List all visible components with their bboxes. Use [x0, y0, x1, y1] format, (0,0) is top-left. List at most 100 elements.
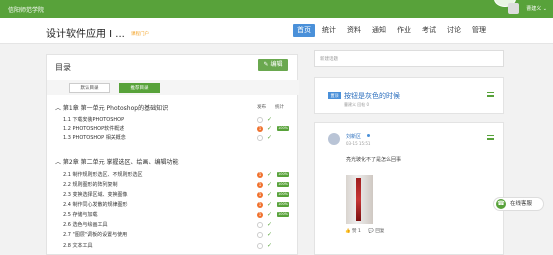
empty-dot-icon: [257, 135, 263, 141]
reply-button[interactable]: 回复: [375, 229, 384, 234]
nav-homework[interactable]: 作业: [393, 24, 415, 37]
check-icon: ✓: [267, 242, 273, 249]
empty-dot-icon: [257, 243, 263, 249]
check-icon: ✓: [267, 125, 273, 132]
progress-badge: 100%: [277, 192, 289, 197]
check-icon: ✓: [267, 181, 273, 188]
nav-exams[interactable]: 考试: [418, 24, 440, 37]
lesson-2-3[interactable]: 2.3 变换选择区域、变换图像: [63, 191, 128, 199]
lesson-2-4[interactable]: 2.4 制作同心发散的规律图形: [63, 201, 128, 209]
check-icon: ✓: [267, 116, 273, 123]
progress-badge: 100%: [277, 202, 289, 207]
lesson-1-3[interactable]: 1.3 PHOTOSHOP 相关概念: [63, 134, 126, 142]
progress-badge: 100%: [277, 172, 289, 177]
lesson-2-7[interactable]: 2.7 "图层"调板的设置与使用: [63, 231, 127, 239]
lesson-2-4-status: 1 ✓ 100%: [257, 201, 293, 209]
progress-badge: 100%: [277, 126, 289, 131]
post-image[interactable]: [346, 175, 373, 224]
discussion-post-card: 刘新区 03-15 15:51 亮光玻化不了是怎么回事 👍 赞 1 💬 回复: [314, 122, 504, 255]
empty-dot-icon: [257, 117, 263, 123]
pinned-topic-title[interactable]: 按钮是灰色的时候: [344, 91, 400, 101]
post-author[interactable]: 刘新区: [346, 133, 361, 140]
check-icon: ✓: [267, 134, 273, 141]
chapter-1-title[interactable]: ︿ 第1章 第一单元 Photoshop的基础知识: [55, 103, 168, 112]
new-topic-placeholder: 新建话题: [320, 57, 338, 62]
progress-badge: 100%: [277, 182, 289, 187]
check-icon: ✓: [267, 201, 273, 208]
outline-panel: 目录 ✎ 编辑 默认目录 推荐目录 ︿ 第1章 第一单元 Photoshop的基…: [46, 54, 299, 255]
nav-discussion[interactable]: 讨论: [443, 24, 465, 37]
user-avatar[interactable]: [508, 3, 519, 14]
pinned-topic-meta: 曹建义 回帖 0: [344, 102, 370, 107]
check-icon: ✓: [267, 221, 273, 228]
task-count-badge: 1: [257, 192, 263, 198]
nav-notices[interactable]: 通知: [368, 24, 390, 37]
tab-default-outline[interactable]: 默认目录: [69, 83, 110, 93]
lesson-2-1[interactable]: 2.1 制作规则形选区、不规则形选区: [63, 171, 143, 179]
school-name: 信阳师范学院: [8, 7, 45, 14]
outline-title: 目录: [55, 63, 71, 72]
nav-manage[interactable]: 管理: [468, 24, 490, 37]
lesson-2-6-status: ✓: [257, 221, 293, 229]
lesson-1-1[interactable]: 1.1 下载安装PHOTOSHOP: [63, 116, 124, 124]
user-menu[interactable]: 曹建义 ⌄: [526, 5, 547, 12]
lesson-2-1-status: 1 ✓ 100%: [257, 171, 293, 179]
chapter-2-label: 第2章 第二单元 掌握选区、绘画、编辑功能: [62, 159, 179, 166]
lesson-1-2[interactable]: 1.2 PHOTOSHOP软件概述: [63, 125, 124, 133]
edit-button[interactable]: ✎ 编辑: [258, 59, 288, 71]
task-count-badge: 1: [257, 182, 263, 188]
col-stats: 统计: [275, 105, 284, 110]
pinned-topic-card[interactable]: 置顶 按钮是灰色的时候 曹建义 回帖 0: [314, 77, 504, 114]
lesson-2-8-status: ✓: [257, 242, 293, 250]
nav-stats[interactable]: 统计: [318, 24, 340, 37]
lesson-1-1-status: ✓: [257, 116, 293, 124]
task-count-badge: 1: [257, 212, 263, 218]
lesson-2-2-status: 1 ✓ 100%: [257, 181, 293, 189]
verified-dot-icon: [367, 134, 370, 137]
online-service-label: 在线客服: [510, 201, 533, 207]
course-header: 设计软件应用 I ... 课程门户 首页 统计 资料 通知 作业 考试 讨论 管…: [0, 18, 553, 44]
pinned-tag: 置顶: [328, 92, 341, 99]
task-count-badge: 1: [257, 202, 263, 208]
menu-icon[interactable]: [487, 92, 494, 97]
lesson-2-2[interactable]: 2.2 规则图形的阵列复制: [63, 181, 118, 189]
like-count[interactable]: 赞 1: [352, 229, 361, 234]
online-service-button[interactable]: ☎ 在线客服: [493, 197, 544, 211]
menu-icon[interactable]: [487, 135, 494, 140]
post-actions: 👍 赞 1 💬 回复: [345, 228, 384, 234]
progress-badge: 100%: [277, 212, 289, 217]
col-publish: 发布: [257, 105, 266, 110]
check-icon: ✓: [267, 231, 273, 238]
course-title-text: 设计软件应用 I ...: [46, 29, 125, 40]
tab-recommended-outline[interactable]: 推荐目录: [119, 83, 160, 93]
task-count-badge: 1: [257, 172, 263, 178]
course-title: 设计软件应用 I ... 课程门户: [46, 25, 149, 40]
author-avatar[interactable]: [328, 133, 340, 145]
lesson-2-5[interactable]: 2.5 存储与加载: [63, 211, 98, 219]
outline-tabs: 默认目录 推荐目录: [47, 80, 299, 95]
lesson-2-8[interactable]: 2.8 文本工具: [63, 242, 93, 250]
chapter-2-title[interactable]: ︿ 第2章 第二单元 掌握选区、绘画、编辑功能: [55, 157, 179, 166]
portal-link[interactable]: 课程门户: [131, 32, 149, 37]
lesson-2-6[interactable]: 2.6 选色与绘画工具: [63, 221, 108, 229]
lesson-2-5-status: 1 ✓ 100%: [257, 211, 293, 219]
empty-dot-icon: [257, 222, 263, 228]
new-topic-input[interactable]: 新建话题: [314, 50, 504, 67]
post-text: 亮光玻化不了是怎么回事: [346, 157, 402, 163]
lesson-2-7-status: ✓: [257, 231, 293, 239]
empty-dot-icon: [257, 232, 263, 238]
collapse-icon[interactable]: ︿: [55, 105, 63, 112]
post-time: 03-15 15:51: [346, 141, 371, 146]
top-bar: 信阳师范学院 曹建义 ⌄: [0, 0, 553, 18]
collapse-icon[interactable]: ︿: [55, 159, 63, 166]
nav-materials[interactable]: 资料: [343, 24, 365, 37]
course-nav: 首页 统计 资料 通知 作业 考试 讨论 管理: [293, 24, 493, 37]
chapter-1-label: 第1章 第一单元 Photoshop的基础知识: [62, 105, 169, 112]
reply-icon[interactable]: 💬: [368, 229, 374, 234]
nav-home[interactable]: 首页: [293, 24, 315, 37]
edit-button-label: 编辑: [270, 61, 283, 68]
lesson-1-2-status: 1 ✓ 100%: [257, 125, 293, 133]
lesson-1-3-status: ✓: [257, 134, 293, 142]
like-icon[interactable]: 👍: [345, 229, 351, 234]
check-icon: ✓: [267, 191, 273, 198]
